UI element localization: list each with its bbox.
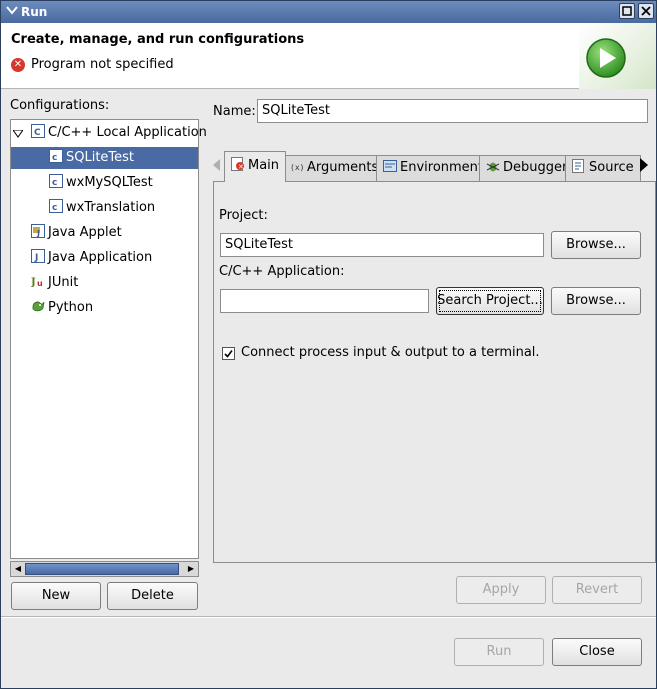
- scrollbar-thumb[interactable]: [25, 563, 179, 575]
- cpp-app-icon: C: [31, 124, 45, 138]
- svg-text:J: J: [34, 253, 38, 263]
- maximize-button[interactable]: [619, 3, 635, 19]
- svg-text:u: u: [37, 279, 43, 288]
- revert-button[interactable]: Revert: [552, 576, 642, 604]
- svg-text:c: c: [52, 178, 57, 188]
- svg-text:c: c: [52, 153, 57, 163]
- apply-button[interactable]: Apply: [456, 576, 546, 604]
- application-label: C/C++ Application:: [219, 264, 345, 279]
- close-button[interactable]: Close: [552, 638, 642, 666]
- tab-label: Environment: [400, 160, 484, 175]
- delete-button[interactable]: Delete: [107, 582, 198, 610]
- arguments-icon: (x)=: [290, 163, 304, 172]
- tree-item-wxmysqltest[interactable]: c wxMySQLTest: [11, 172, 198, 194]
- tree-item-label: Java Applet: [48, 225, 122, 240]
- search-project-button[interactable]: Search Project...: [436, 287, 544, 315]
- configurations-tree[interactable]: C C/C++ Local Application c SQLiteTest c…: [10, 119, 207, 559]
- tab-scroll-left-icon[interactable]: [213, 159, 221, 171]
- tree-item-label: wxTranslation: [66, 200, 156, 215]
- header-banner: [579, 23, 656, 89]
- application-field[interactable]: [220, 289, 429, 313]
- run-dialog: Run Create, manage, and run configuratio…: [0, 0, 657, 689]
- dialog-header: Create, manage, and run configurations ✕…: [1, 23, 656, 89]
- tab-arguments[interactable]: (x)= Arguments: [283, 155, 386, 181]
- tab-environment[interactable]: Environment: [376, 155, 491, 181]
- tree-item-java-applet[interactable]: J Java Applet: [11, 222, 198, 244]
- tree-item-label: Python: [48, 300, 94, 315]
- svg-text:(x)=: (x)=: [290, 163, 304, 172]
- tree-item-python[interactable]: Python: [11, 297, 198, 319]
- application-browse-button[interactable]: Browse...: [551, 287, 641, 315]
- window-title: Run: [21, 5, 48, 19]
- terminal-checkbox-label[interactable]: Connect process input & output to a term…: [241, 345, 540, 360]
- footer-separator: [1, 616, 656, 618]
- tree-item-java-application[interactable]: J Java Application: [11, 247, 198, 269]
- project-browse-button[interactable]: Browse...: [551, 231, 641, 259]
- cpp-config-icon: c: [49, 174, 63, 188]
- scroll-right-icon[interactable]: ▶: [184, 562, 198, 576]
- new-button[interactable]: New: [11, 582, 101, 610]
- svg-text:J: J: [31, 277, 36, 288]
- scroll-left-icon[interactable]: ◀: [11, 562, 25, 576]
- maximize-icon: [622, 6, 632, 16]
- run-play-icon: [586, 38, 626, 78]
- close-window-button[interactable]: [638, 3, 654, 19]
- tab-source[interactable]: Source: [565, 155, 641, 181]
- java-app-icon: J: [31, 249, 45, 263]
- svg-text:c: c: [52, 203, 57, 213]
- tab-scroll-right-icon[interactable]: [639, 158, 649, 172]
- tree-item-label: C/C++ Local Application: [48, 125, 207, 140]
- svg-text:C: C: [34, 128, 41, 138]
- environment-icon: [383, 160, 397, 172]
- tree-item-label: Java Application: [48, 250, 153, 265]
- window-menu-icon[interactable]: [5, 3, 19, 17]
- svg-text:J: J: [36, 229, 40, 238]
- header-message: Program not specified: [31, 57, 174, 72]
- name-label: Name:: [213, 104, 256, 119]
- tree-horizontal-scrollbar[interactable]: ◀ ▶: [10, 561, 199, 577]
- cpp-config-icon: c: [49, 199, 63, 213]
- cpp-config-icon: c: [49, 149, 63, 163]
- run-button[interactable]: Run: [454, 638, 544, 666]
- tree-item-cpp-local-application[interactable]: C C/C++ Local Application: [11, 122, 207, 144]
- tab-main[interactable]: ✕ Main: [224, 151, 287, 182]
- tab-label: Main: [248, 158, 280, 173]
- configurations-label: Configurations:: [10, 98, 110, 113]
- junit-icon: J u: [31, 277, 43, 288]
- config-tabs: ✕ Main (x)= Arguments Environment Debugg…: [213, 151, 656, 182]
- checkmark-icon: [224, 350, 233, 358]
- java-applet-icon: J: [31, 224, 45, 238]
- title-bar[interactable]: Run: [1, 1, 656, 23]
- tree-item-sqlitetest[interactable]: c SQLiteTest: [11, 147, 198, 169]
- project-label: Project:: [219, 208, 268, 223]
- tree-item-label: wxMySQLTest: [66, 175, 153, 190]
- error-icon: ✕: [11, 58, 25, 72]
- tree-item-label: JUnit: [48, 275, 79, 290]
- tree-item-junit[interactable]: J u JUnit: [11, 272, 198, 294]
- tab-label: Source: [589, 160, 634, 175]
- python-icon: [32, 301, 45, 312]
- source-icon: [572, 159, 584, 173]
- header-title: Create, manage, and run configurations: [11, 32, 305, 47]
- tab-label: Arguments: [307, 160, 379, 175]
- close-icon: [641, 6, 651, 16]
- name-field[interactable]: SQLiteTest: [257, 99, 648, 123]
- tree-item-label: SQLiteTest: [66, 150, 135, 165]
- project-field[interactable]: SQLiteTest: [220, 233, 544, 257]
- expanded-chevron-icon[interactable]: [13, 130, 23, 138]
- tab-label: Debugger: [503, 160, 568, 175]
- main-tab-icon: ✕: [231, 157, 244, 171]
- tab-debugger[interactable]: Debugger: [479, 155, 575, 181]
- tree-item-wxtranslation[interactable]: c wxTranslation: [11, 197, 198, 219]
- debugger-bug-icon: [486, 162, 500, 172]
- terminal-checkbox[interactable]: [222, 347, 235, 360]
- svg-text:✕: ✕: [238, 163, 244, 171]
